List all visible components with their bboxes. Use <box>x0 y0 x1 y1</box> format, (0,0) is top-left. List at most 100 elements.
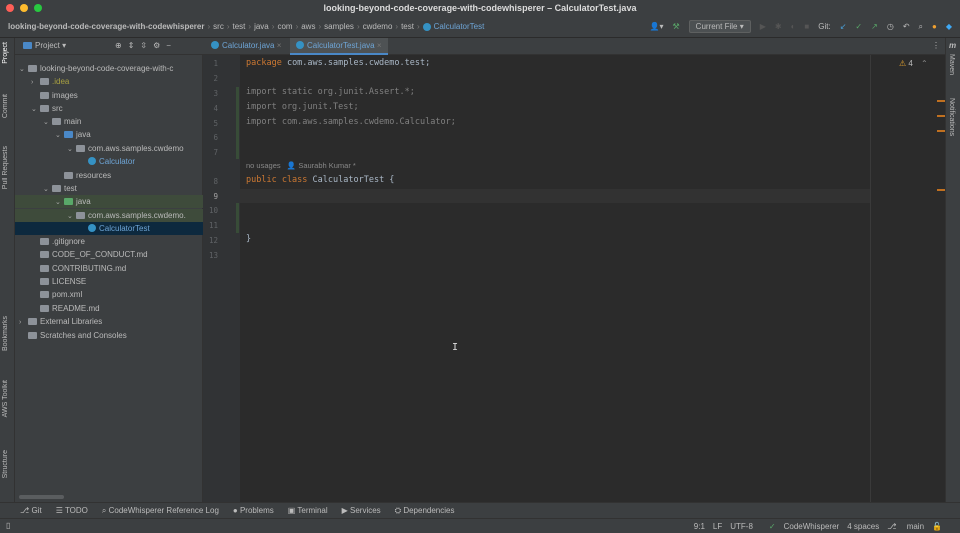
expand-arrow-icon[interactable]: ⌄ <box>67 210 76 222</box>
tool-aws-toolkit[interactable]: AWS Toolkit <box>2 380 9 417</box>
tree-item[interactable]: ⌄ java <box>15 128 203 141</box>
more-tabs-icon[interactable]: ⋮ <box>932 41 940 50</box>
codewhisperer-status[interactable]: ✓ CodeWhisperer <box>761 522 839 531</box>
expand-arrow-icon[interactable]: ⌄ <box>55 129 64 141</box>
history-icon[interactable]: ◷ <box>887 22 894 31</box>
tree-item[interactable]: ⌄ com.aws.samples.cwdemo. <box>15 209 203 222</box>
tree-item[interactable]: resources <box>15 169 203 182</box>
breadcrumb-project[interactable]: looking-beyond-code-coverage-with-codewh… <box>8 22 204 31</box>
tree-item[interactable]: › External Libraries <box>15 315 203 328</box>
tool-services[interactable]: ▶ Services <box>342 506 381 515</box>
indent-setting[interactable]: 4 spaces <box>847 522 879 531</box>
tree-item[interactable]: CalculatorTest <box>15 222 203 235</box>
tool-dependencies[interactable]: ⛭ Dependencies <box>395 506 455 516</box>
run-icon[interactable]: ▶ <box>760 22 766 31</box>
expand-arrow-icon[interactable]: ⌄ <box>55 196 64 208</box>
git-push-icon[interactable]: ↗ <box>871 22 878 31</box>
tool-structure[interactable]: Structure <box>2 450 9 478</box>
git-commit-icon[interactable]: ✓ <box>855 22 862 31</box>
breadcrumb-cwdemo[interactable]: cwdemo <box>363 22 393 31</box>
file-encoding[interactable]: UTF-8 <box>730 522 753 531</box>
breadcrumb-java[interactable]: java <box>254 22 269 31</box>
project-panel-actions[interactable]: ⊕⇕⇳⚙− <box>115 41 177 50</box>
codewhisperer-icon[interactable]: ◆ <box>946 22 952 31</box>
tree-item[interactable]: Scratches and Consoles <box>15 329 203 342</box>
tool-commit[interactable]: Commit <box>2 94 9 118</box>
tree-item[interactable]: CONTRIBUTING.md <box>15 262 203 275</box>
code-editor[interactable]: package com.aws.samples.cwdemo.test; imp… <box>240 55 870 502</box>
debug-icon[interactable]: ✱ <box>775 22 782 31</box>
update-icon[interactable]: ● <box>932 22 937 31</box>
project-view-select[interactable]: Project ▾ <box>23 41 66 50</box>
breadcrumb-samples[interactable]: samples <box>324 22 354 31</box>
expand-arrow-icon[interactable]: ⌄ <box>43 116 52 128</box>
tree-item[interactable]: .gitignore <box>15 235 203 248</box>
tree-item[interactable]: CODE_OF_CONDUCT.md <box>15 248 203 261</box>
expand-arrow-icon[interactable]: › <box>31 76 40 88</box>
tool-codewhisperer-log[interactable]: ⌕ CodeWhisperer Reference Log <box>102 506 219 516</box>
stop-icon[interactable]: ■ <box>804 22 809 31</box>
layout-icon[interactable]: ▯ <box>6 521 10 530</box>
tree-item[interactable]: ⌄ src <box>15 102 203 115</box>
close-window-button[interactable] <box>6 4 14 12</box>
tree-item[interactable]: pom.xml <box>15 288 203 301</box>
horizontal-scrollbar[interactable] <box>19 495 64 499</box>
caret-position[interactable]: 9:1 <box>694 522 705 531</box>
breadcrumb-test[interactable]: test <box>233 22 246 31</box>
tab-calculator-java[interactable]: Calculator.java × <box>205 38 287 55</box>
tab-calculatortest-java[interactable]: CalculatorTest.java × <box>290 38 388 55</box>
breadcrumb-class[interactable]: CalculatorTest <box>434 22 485 31</box>
breadcrumb-aws[interactable]: aws <box>301 22 315 31</box>
vcs-change-marker[interactable] <box>236 87 239 159</box>
tree-item[interactable]: ⌄ java <box>15 195 203 208</box>
folder-icon <box>64 131 73 138</box>
tree-item[interactable]: › .idea <box>15 75 203 88</box>
tool-bookmarks[interactable]: Bookmarks <box>2 316 9 351</box>
tree-item-label: com.aws.samples.cwdemo. <box>88 211 186 220</box>
tool-notifications[interactable]: Notifications <box>948 98 955 136</box>
tool-problems[interactable]: ● Problems <box>233 506 274 515</box>
folder-icon <box>40 278 49 285</box>
user-icon[interactable]: 👤▾ <box>650 22 664 31</box>
expand-arrow-icon[interactable]: ⌄ <box>43 183 52 195</box>
tree-item-label: pom.xml <box>52 290 83 299</box>
maximize-window-button[interactable] <box>34 4 42 12</box>
run-config-select[interactable]: Current File ▾ <box>688 20 751 33</box>
expand-icon[interactable]: ⌃ <box>921 59 928 68</box>
tree-item[interactable]: Calculator <box>15 155 203 168</box>
build-hammer-icon[interactable]: ⚒ <box>673 22 680 31</box>
git-branch[interactable]: ⎇ main <box>887 522 924 531</box>
tool-terminal[interactable]: ▣ Terminal <box>288 506 328 515</box>
coverage-icon[interactable]: ◐ <box>791 22 796 31</box>
expand-arrow-icon[interactable]: ⌄ <box>19 63 28 75</box>
warnings-indicator[interactable]: ⚠ 4 <box>899 59 913 68</box>
tree-item[interactable]: README.md <box>15 302 203 315</box>
lock-icon[interactable]: 🔓 <box>932 522 942 531</box>
breadcrumb-com[interactable]: com <box>277 22 292 31</box>
tool-project[interactable]: Project <box>2 42 9 64</box>
tool-pull-requests[interactable]: Pull Requests <box>2 146 9 189</box>
expand-arrow-icon[interactable]: ⌄ <box>31 103 40 115</box>
tree-item[interactable]: LICENSE <box>15 275 203 288</box>
vcs-change-marker[interactable] <box>236 203 239 233</box>
tool-git[interactable]: ⎇ Git <box>20 506 42 515</box>
tool-todo[interactable]: ☰ TODO <box>56 506 88 515</box>
git-update-icon[interactable]: ↙ <box>840 22 847 31</box>
tool-maven[interactable]: Maven <box>948 54 955 75</box>
tree-item[interactable]: ⌄ looking-beyond-code-coverage-with-c <box>15 62 203 75</box>
maven-icon[interactable]: m <box>949 41 956 50</box>
tree-item[interactable]: images <box>15 89 203 102</box>
breadcrumb-src[interactable]: src <box>213 22 224 31</box>
expand-arrow-icon[interactable]: ⌄ <box>67 143 76 155</box>
minimize-window-button[interactable] <box>20 4 28 12</box>
tree-item-label: resources <box>76 171 112 180</box>
tree-item[interactable]: ⌄ main <box>15 115 203 128</box>
breadcrumb-test-pkg[interactable]: test <box>401 22 414 31</box>
rollback-icon[interactable]: ↶ <box>903 22 910 31</box>
expand-arrow-icon[interactable]: › <box>19 316 28 328</box>
code-vision-hint[interactable]: no usages 👤 Saurabh Kumar * <box>246 161 356 170</box>
line-separator[interactable]: LF <box>713 522 722 531</box>
search-icon[interactable]: ⌕ <box>919 22 923 32</box>
tree-item[interactable]: ⌄ com.aws.samples.cwdemo <box>15 142 203 155</box>
tree-item[interactable]: ⌄ test <box>15 182 203 195</box>
